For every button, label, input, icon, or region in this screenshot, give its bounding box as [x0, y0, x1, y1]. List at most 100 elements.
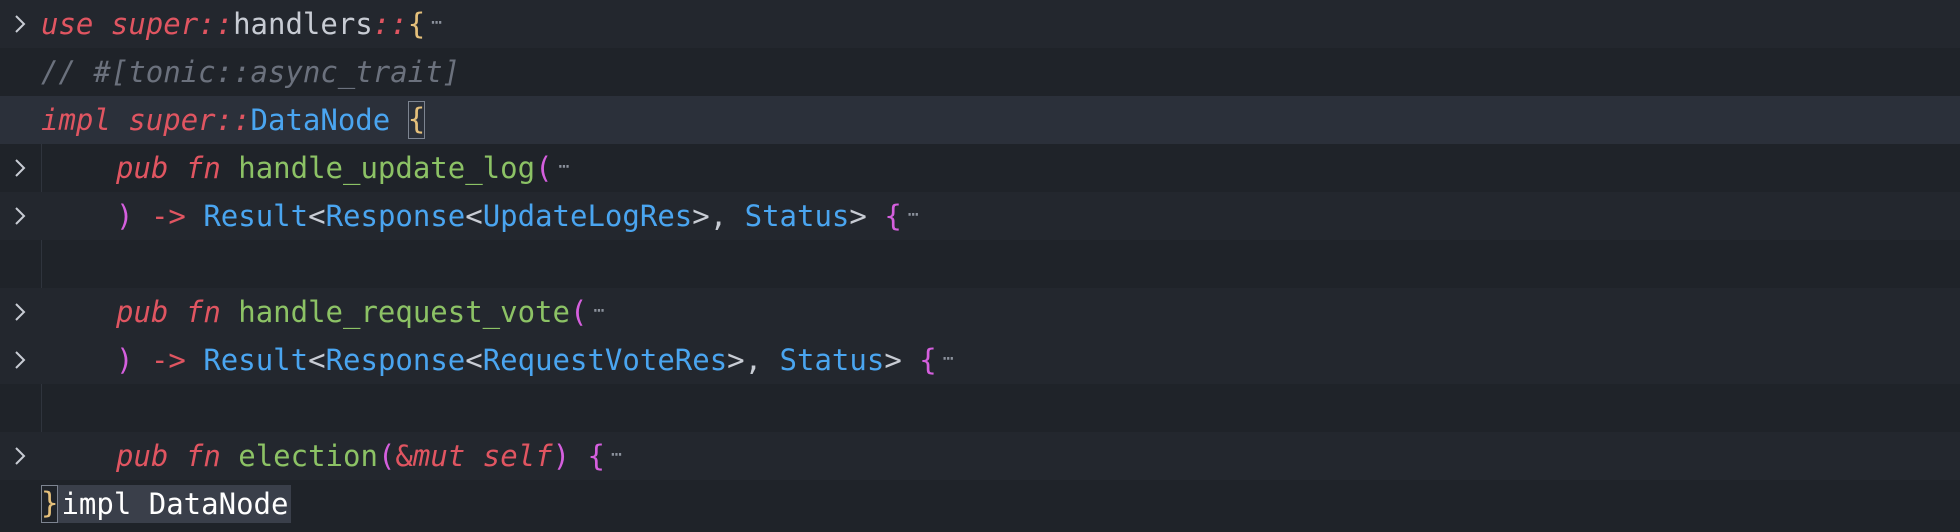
code-token: &	[395, 439, 413, 473]
code-token: use	[41, 7, 94, 41]
code-token: (	[569, 295, 588, 329]
code-token: {	[919, 343, 937, 377]
code-line[interactable]: use super::handlers::{⋯	[0, 0, 1960, 48]
matching-bracket: {	[407, 101, 426, 139]
code-token: handle_update_log	[238, 151, 536, 185]
code-token: Result	[203, 343, 309, 377]
code-text: use super::handlers::{⋯	[41, 0, 442, 48]
code-line[interactable]: ) -> Result<Response<UpdateLogRes>, Stat…	[0, 192, 1960, 240]
code-token: fn	[185, 295, 221, 329]
code-text: // #[tonic::async_trait]	[41, 48, 460, 96]
code-token: )	[116, 343, 134, 377]
code-token: self	[482, 439, 553, 473]
code-editor[interactable]: use super::handlers::{⋯// #[tonic::async…	[0, 0, 1960, 532]
code-token: impl	[41, 103, 111, 137]
code-line[interactable]: pub fn handle_update_log(⋯	[0, 144, 1960, 192]
code-text: pub fn handle_request_vote(⋯	[41, 287, 604, 336]
code-token: ->	[150, 343, 186, 377]
code-token: election	[238, 439, 378, 473]
fold-ellipsis-icon[interactable]: ⋯	[593, 287, 604, 335]
code-token: {	[407, 7, 426, 41]
code-token: UpdateLogRes	[482, 199, 693, 233]
code-line[interactable]	[0, 384, 1960, 432]
code-token: Status	[744, 199, 850, 233]
code-line[interactable]: impl super::DataNode {	[0, 96, 1960, 144]
code-token: >	[884, 343, 920, 377]
code-token: Result	[203, 199, 309, 233]
code-line[interactable]: ) -> Result<Response<RequestVoteRes>, St…	[0, 336, 1960, 384]
chevron-right-icon[interactable]	[8, 336, 32, 384]
code-token: Response	[325, 199, 466, 233]
code-token: Status	[779, 343, 885, 377]
matching-bracket: }	[41, 485, 59, 523]
code-token: >,	[692, 199, 745, 233]
chevron-right-icon[interactable]	[8, 288, 32, 336]
code-token: (	[377, 439, 396, 473]
code-token: handlers	[233, 7, 373, 41]
fold-ellipsis-icon[interactable]: ⋯	[611, 431, 622, 479]
code-line[interactable]: } impl DataNode	[0, 480, 1960, 528]
chevron-right-icon[interactable]	[8, 432, 32, 480]
chevron-right-icon[interactable]	[8, 0, 32, 48]
code-line[interactable]	[0, 240, 1960, 288]
code-token: // #[tonic::async_trait]	[41, 55, 461, 89]
code-text: ) -> Result<Response<UpdateLogRes>, Stat…	[41, 191, 919, 240]
code-token: {	[884, 199, 902, 233]
fold-ellipsis-icon[interactable]: ⋯	[943, 335, 954, 383]
fold-ellipsis-icon[interactable]: ⋯	[559, 143, 570, 191]
code-token: Response	[325, 343, 466, 377]
code-token: <	[308, 343, 326, 377]
code-token: )	[552, 439, 571, 473]
code-token: ::	[198, 7, 234, 41]
chevron-right-icon[interactable]	[8, 144, 32, 192]
code-line[interactable]: // #[tonic::async_trait]	[0, 48, 1960, 96]
chevron-right-icon[interactable]	[8, 192, 32, 240]
code-token: <	[465, 343, 483, 377]
fold-ellipsis-icon[interactable]: ⋯	[431, 0, 442, 47]
code-text: pub fn election(&mut self) {⋯	[41, 431, 622, 480]
inlay-hint: impl DataNode	[58, 485, 292, 523]
code-text: impl super::DataNode {	[41, 96, 426, 144]
code-line[interactable]: pub fn election(&mut self) {⋯	[0, 432, 1960, 480]
code-token: {	[587, 439, 605, 473]
code-token: pub	[116, 439, 169, 473]
code-token: pub	[116, 295, 169, 329]
code-token: RequestVoteRes	[482, 343, 728, 377]
code-token: >	[849, 199, 885, 233]
code-token: handle_request_vote	[238, 295, 570, 329]
code-token: ::	[215, 103, 251, 137]
fold-ellipsis-icon[interactable]: ⋯	[908, 191, 919, 239]
code-token: <	[465, 199, 483, 233]
code-token: super	[110, 7, 199, 41]
code-token: >,	[727, 343, 780, 377]
code-line[interactable]: pub fn handle_request_vote(⋯	[0, 288, 1960, 336]
code-token: mut	[412, 439, 466, 473]
code-token: )	[116, 199, 134, 233]
code-text: ) -> Result<Response<RequestVoteRes>, St…	[41, 335, 954, 384]
code-token: super	[128, 103, 216, 137]
code-token: <	[308, 199, 326, 233]
code-token: fn	[185, 151, 221, 185]
code-token: DataNode	[250, 103, 391, 137]
code-text: pub fn handle_update_log(⋯	[41, 143, 570, 192]
code-token: ::	[372, 7, 408, 41]
code-token: (	[535, 151, 553, 185]
code-token: ->	[150, 199, 186, 233]
code-token: fn	[185, 439, 221, 473]
code-text: } impl DataNode	[41, 480, 292, 528]
